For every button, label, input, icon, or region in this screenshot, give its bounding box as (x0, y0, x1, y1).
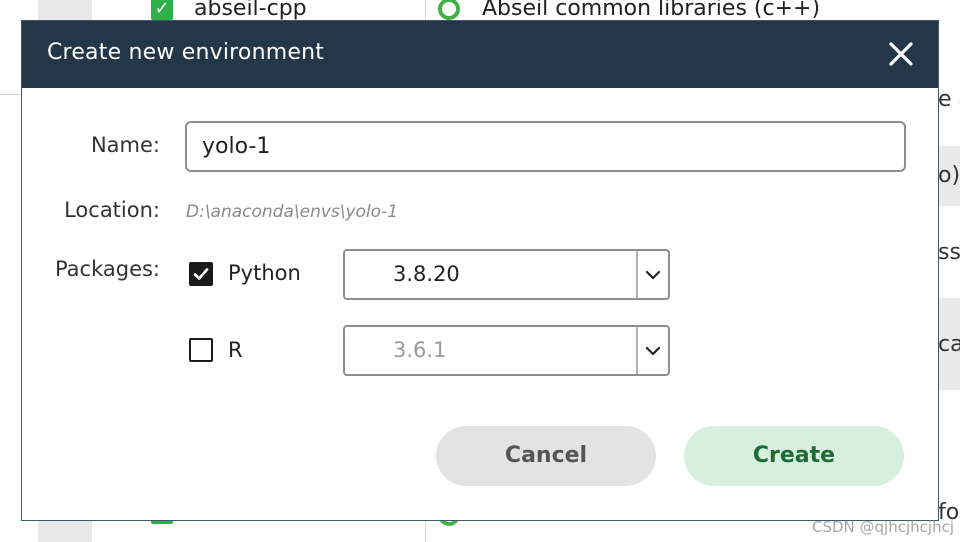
name-label: Name: (90, 133, 160, 157)
package-installed-check-icon[interactable]: ✓ (151, 0, 173, 20)
python-checkbox[interactable] (189, 262, 213, 286)
dialog-title: Create new environment (47, 40, 325, 65)
python-version-value: 3.8.20 (393, 262, 460, 286)
package-name: abseil-cpp (194, 0, 307, 21)
close-button[interactable] (886, 39, 916, 69)
location-path: D:\anaconda\envs\yolo-1 (186, 202, 399, 222)
packages-label: Packages: (54, 257, 160, 281)
select-divider (636, 251, 638, 298)
background-edge-text: e a (938, 87, 960, 112)
r-checkbox[interactable] (189, 338, 213, 362)
python-label: Python (228, 261, 301, 285)
package-status-ring-icon (438, 0, 460, 20)
location-label: Location: (64, 198, 160, 222)
environment-name-input[interactable] (185, 121, 906, 172)
package-description: Abseil common libraries (c++) (482, 0, 821, 21)
select-divider (636, 327, 638, 374)
background-edge-text: o) (938, 163, 960, 188)
chevron-down-icon (645, 270, 661, 280)
create-environment-dialog: Create new environment Name: Location: D… (21, 20, 939, 521)
chevron-down-icon (645, 346, 661, 356)
r-label: R (228, 338, 243, 362)
create-button[interactable]: Create (684, 426, 904, 486)
r-version-select[interactable]: 3.6.1 (343, 325, 670, 376)
close-icon (889, 42, 913, 66)
r-version-value: 3.6.1 (393, 338, 447, 362)
dialog-header: Create new environment (22, 21, 938, 88)
cancel-button[interactable]: Cancel (436, 426, 656, 486)
background-row-divider (0, 94, 22, 95)
python-version-select[interactable]: 3.8.20 (343, 249, 670, 300)
background-edge-text: ss (938, 240, 960, 265)
checkmark-icon (193, 268, 209, 280)
background-edge-text: ca (938, 332, 960, 357)
watermark: CSDN @qjhcjhcjhcj (812, 518, 954, 536)
